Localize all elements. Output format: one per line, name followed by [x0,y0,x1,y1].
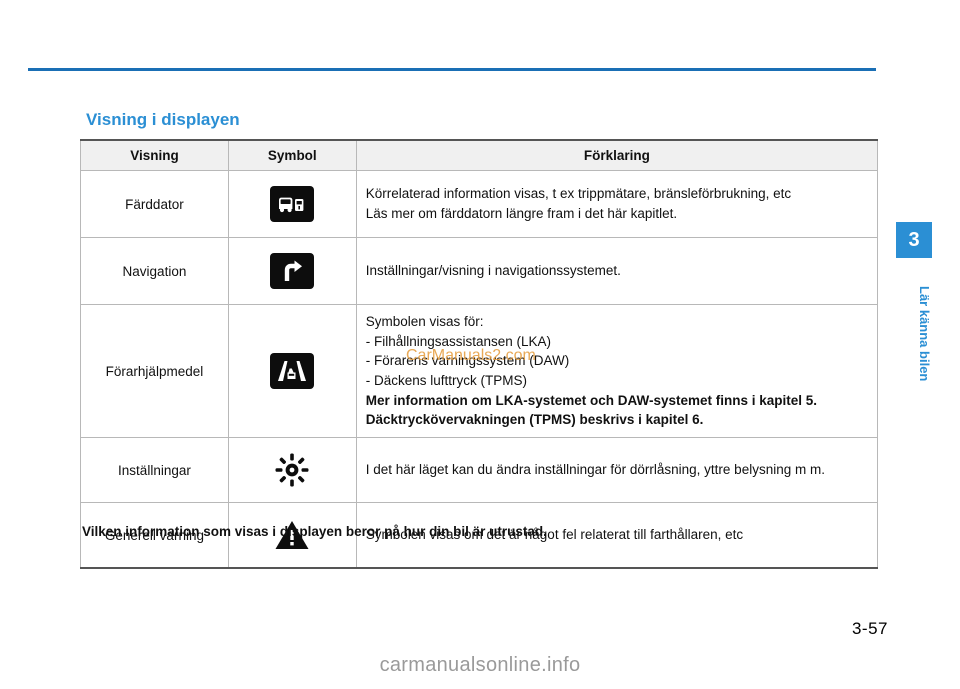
row-label-forarhjalpmedel: Förarhjälpmedel [80,304,229,438]
chapter-name-label: Lär känna bilen [917,286,932,382]
settings-gear-icon [270,451,314,489]
description-line: Symbolen visas för: [365,314,484,330]
description-line: - Filhållningsassistansen (LKA) [365,333,552,349]
description-line: Körrelaterad information visas, t ex tri… [365,186,792,202]
section-title: Visning i displayen [86,110,240,129]
description-line-bold: Mer information om LKA-systemet och DAW-… [365,392,818,408]
table-row: Förarhjälpmedel Symbolen visas för: - Fi… [80,304,879,438]
table-header-visning: Visning [80,139,229,171]
table-row: Navigation Inställningar/visning i navig… [80,237,879,305]
chapter-number-tab: 3 [896,222,932,258]
footer-note: Vilken information som visas i displayen… [82,524,547,539]
description-line: I det här läget kan du ändra inställning… [365,462,825,478]
row-symbol-cell [227,170,357,238]
row-symbol-cell [227,437,357,503]
description-line: - Däckens lufttryck (TPMS) [365,373,527,388]
header-rule [28,68,876,71]
row-label-farddator: Färddator [80,170,229,238]
row-label-navigation: Navigation [80,237,229,305]
manual-page: 3-57 3 Lär känna bilen Visning i display… [0,0,960,689]
navigation-arrow-icon [270,253,315,289]
table-row: Inställningar I det här läget kan du änd… [80,437,879,503]
row-label-installningar: Inställningar [80,437,229,503]
trip-computer-icon [270,186,315,222]
row-description-installningar: I det här läget kan du ändra inställning… [355,437,879,503]
table-header-row: Visning Symbol Förklaring [80,139,879,171]
row-description-farddator: Körrelaterad information visas, t ex tri… [355,170,879,238]
watermark-footer: carmanualsonline.info [379,654,581,676]
page-number: 3-57 [851,619,888,638]
driver-assistance-lane-icon [270,353,315,389]
description-line-bold: Däcktrycköver­vakningen (TPMS) beskrivs … [365,412,704,428]
table-header-forklaring: Förklaring [355,139,879,171]
row-description-forarhjalpmedel: Symbolen visas för: - Filhållningsassist… [355,304,879,438]
row-symbol-cell [227,304,357,438]
row-description-navigation: Inställningar/visning i navigationssyste… [355,237,879,305]
description-line: Läs mer om färddatorn längre fram i det … [365,206,678,221]
display-symbols-table: Visning Symbol Förklaring Färddator Körr… [80,139,879,569]
table-row: Färddator Körrelaterad information visas… [80,170,879,238]
description-line: - Förarens varningssystem (DAW) [365,353,570,369]
table-header-symbol: Symbol [227,139,357,171]
row-symbol-cell [227,237,357,305]
description-line: Inställningar/visning i navigationssyste… [365,263,621,279]
